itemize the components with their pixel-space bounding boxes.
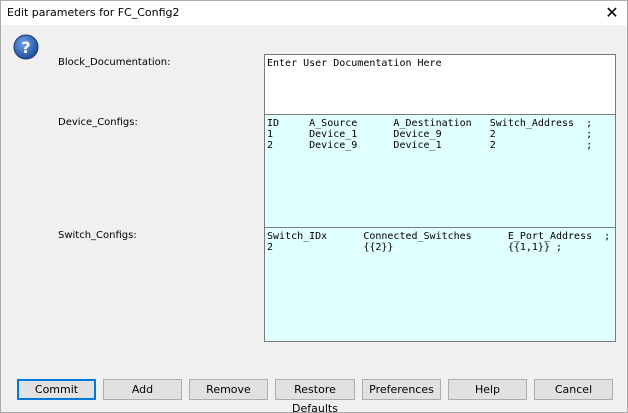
remove-button[interactable]: Remove (189, 379, 268, 400)
add-button[interactable]: Add (103, 379, 182, 400)
switch-configs-field[interactable]: Switch_IDx Connected_Switches E_Port_Add… (264, 228, 616, 342)
close-button[interactable]: ✕ (601, 3, 623, 23)
help-glyph: ? (21, 38, 30, 57)
block-documentation-field[interactable]: Enter User Documentation Here (264, 54, 616, 115)
restore-defaults-button[interactable]: Restore Defaults (275, 379, 355, 413)
device-configs-label: Device_Configs: (58, 117, 138, 128)
title-bar: Edit parameters for FC_Config2 ✕ (1, 1, 627, 25)
commit-button[interactable]: Commit (17, 379, 96, 400)
switch-configs-label: Switch_Configs: (58, 230, 137, 241)
help-question-icon: ? (13, 34, 39, 60)
device-configs-field[interactable]: ID A_Source A_Destination Switch_Address… (264, 115, 616, 228)
cancel-button[interactable]: Cancel (534, 379, 613, 400)
window-title: Edit parameters for FC_Config2 (7, 6, 180, 19)
preferences-button[interactable]: Preferences (362, 379, 441, 400)
block-documentation-label: Block_Documentation: (58, 57, 171, 68)
edit-parameters-dialog: Edit parameters for FC_Config2 ✕ ? Block… (0, 0, 628, 413)
help-button[interactable]: Help (448, 379, 527, 400)
